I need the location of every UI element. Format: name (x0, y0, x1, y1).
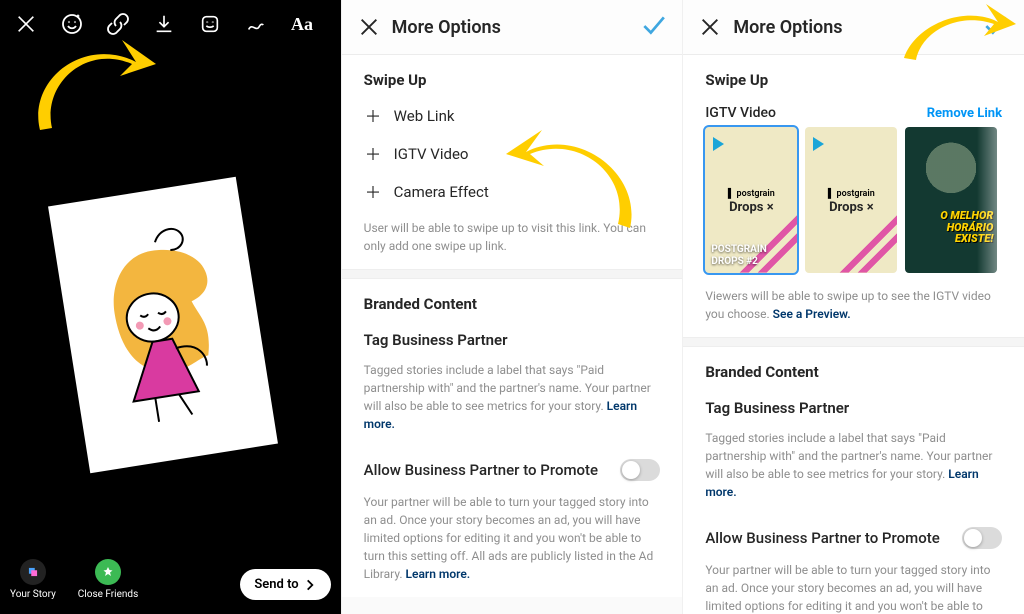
igtv-thumb-2[interactable]: ▌ postgrain Drops × (805, 127, 897, 273)
plus-icon (364, 183, 382, 201)
promote-hint-text: Your partner will be able to turn your t… (705, 563, 995, 614)
option-igtv-video[interactable]: IGTV Video (342, 135, 683, 173)
thumb-caption: POSTGRAIN DROPS #2 (705, 240, 797, 273)
triangle-icon (813, 137, 824, 151)
your-story-label: Your Story (10, 589, 56, 600)
allow-promote-toggle[interactable] (620, 459, 660, 481)
see-preview-link[interactable]: See a Preview. (773, 307, 851, 321)
igtv-label: IGTV Video (705, 105, 776, 121)
draw-icon[interactable] (244, 12, 268, 36)
link-icon[interactable] (106, 12, 130, 36)
page-title: More Options (392, 17, 641, 38)
tag-hint: Tagged stories include a label that says… (342, 353, 683, 447)
option-camera-effect-label: Camera Effect (394, 183, 489, 201)
allow-promote-label: Allow Business Partner to Promote (705, 529, 939, 547)
story-canvas[interactable] (0, 70, 341, 534)
close-icon[interactable] (14, 12, 38, 36)
igtv-thumb-1[interactable]: ▌ postgrain Drops × POSTGRAIN DROPS #2 (705, 127, 797, 273)
download-icon[interactable] (152, 12, 176, 36)
done-checkmark-icon[interactable] (982, 12, 1008, 42)
section-branded-content: Branded Content (342, 279, 683, 321)
promote-hint: Your partner will be able to turn your t… (342, 485, 683, 597)
igtv-thumbnails: ▌ postgrain Drops × POSTGRAIN DROPS #2 ▌… (683, 127, 1024, 279)
more-options-header: More Options (342, 0, 683, 55)
igtv-bar: IGTV Video Remove Link (683, 97, 1024, 127)
promote-hint: Your partner will be able to turn your t… (683, 553, 1024, 614)
section-divider (683, 337, 1024, 347)
close-friends-target[interactable]: Close Friends (78, 559, 138, 600)
allow-promote-row: Allow Business Partner to Promote (683, 515, 1024, 553)
more-options-header: More Options (683, 0, 1024, 55)
plus-icon (364, 107, 382, 125)
option-web-link-label: Web Link (394, 107, 455, 125)
close-icon[interactable] (358, 16, 380, 38)
story-editor-pane: Aa (0, 0, 341, 614)
sticker-picker-icon[interactable] (198, 12, 222, 36)
viewer-hint: Viewers will be able to swipe up to see … (683, 279, 1024, 337)
tag-business-partner-row[interactable]: Tag Business Partner (683, 389, 1024, 421)
section-swipe-up: Swipe Up (683, 55, 1024, 97)
igtv-thumb-3[interactable]: O MELHOR HORÁRIO EXISTE! (905, 127, 997, 273)
chevron-right-icon (303, 578, 317, 592)
tag-business-partner-row[interactable]: Tag Business Partner (342, 321, 683, 353)
your-story-target[interactable]: Your Story (10, 559, 56, 600)
plus-icon (364, 145, 382, 163)
option-camera-effect[interactable]: Camera Effect (342, 173, 683, 211)
send-to-button[interactable]: Send to (240, 569, 330, 600)
thumb-brand: ▌ postgrain Drops × (805, 188, 897, 215)
triangle-icon (713, 137, 724, 151)
close-icon[interactable] (699, 16, 721, 38)
remove-link-button[interactable]: Remove Link (927, 106, 1002, 121)
section-branded-content: Branded Content (683, 347, 1024, 389)
learn-more-link[interactable]: Learn more. (406, 567, 471, 581)
send-to-label: Send to (254, 577, 298, 592)
close-friends-label: Close Friends (78, 589, 138, 600)
allow-promote-row: Allow Business Partner to Promote (342, 447, 683, 485)
option-igtv-video-label: IGTV Video (394, 145, 469, 163)
swipe-up-hint: User will be able to swipe up to visit t… (342, 211, 683, 269)
thumb-brand: ▌ postgrain Drops × (705, 188, 797, 215)
allow-promote-label: Allow Business Partner to Promote (364, 461, 598, 479)
more-options-pane-1: More Options Swipe Up Web Link IGTV Vide… (341, 0, 683, 614)
section-divider (342, 269, 683, 279)
allow-promote-toggle[interactable] (962, 527, 1002, 549)
thumb-yellow-text: O MELHOR HORÁRIO EXISTE! (940, 210, 993, 245)
option-web-link[interactable]: Web Link (342, 97, 683, 135)
story-top-toolbar: Aa (0, 0, 341, 48)
text-icon[interactable]: Aa (290, 12, 314, 36)
more-options-pane-2: More Options Swipe Up IGTV Video Remove … (682, 0, 1024, 614)
page-title: More Options (733, 17, 982, 38)
story-photo[interactable] (48, 177, 278, 473)
emoji-sticker-icon[interactable] (60, 12, 84, 36)
done-checkmark-icon[interactable] (640, 12, 666, 42)
tag-hint: Tagged stories include a label that says… (683, 421, 1024, 515)
section-swipe-up: Swipe Up (342, 55, 683, 97)
story-bottom-bar: Your Story Close Friends Send to (0, 545, 341, 614)
